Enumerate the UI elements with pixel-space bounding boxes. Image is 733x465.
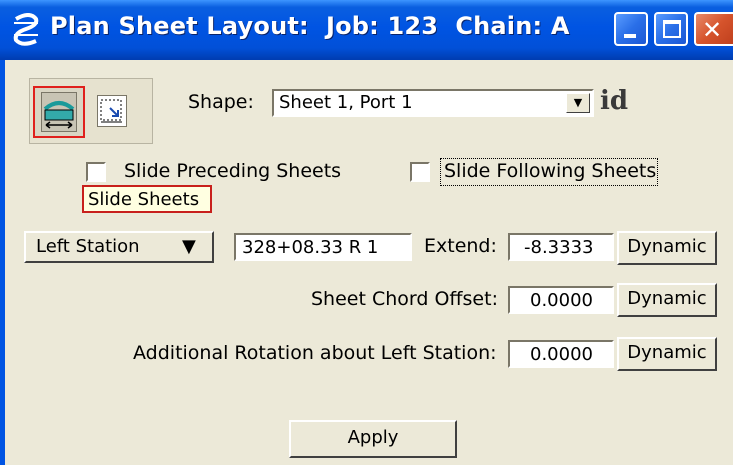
extend-dynamic-button[interactable]: Dynamic <box>617 231 717 265</box>
maximize-icon <box>663 20 681 38</box>
apply-label: Apply <box>347 427 399 448</box>
extend-field[interactable]: -8.3333 <box>508 233 614 261</box>
station-mode-dropdown[interactable]: Left Station ▼ <box>24 231 214 263</box>
maximize-button[interactable] <box>654 12 688 46</box>
microstation-s-icon <box>13 13 39 46</box>
chevron-down-icon: ▼ <box>182 236 196 257</box>
extend-label: Extend: <box>424 235 497 257</box>
minimize-icon <box>624 34 636 38</box>
dynamic-label: Dynamic <box>627 288 707 309</box>
place-sheet-icon <box>100 99 122 123</box>
slide-following-label: Slide Following Sheets <box>444 160 657 182</box>
minimize-button[interactable] <box>614 12 648 46</box>
additional-rotation-field[interactable]: 0.0000 <box>508 340 614 368</box>
shape-value: Sheet 1, Port 1 <box>279 92 413 113</box>
station-field[interactable]: 328+08.33 R 1 <box>234 233 412 261</box>
identify-shape-button[interactable]: id <box>600 86 628 116</box>
dynamic-label: Dynamic <box>627 342 707 363</box>
shape-dropdown[interactable]: Sheet 1, Port 1 ▼ <box>272 89 594 117</box>
chevron-down-icon[interactable]: ▼ <box>566 93 590 113</box>
close-icon: ✕ <box>702 16 723 44</box>
window-frame-left <box>0 60 5 465</box>
apply-button[interactable]: Apply <box>289 420 457 458</box>
slide-sheets-tool-button[interactable] <box>33 86 85 138</box>
rotation-dynamic-button[interactable]: Dynamic <box>617 337 717 371</box>
place-sheet-tool-button[interactable] <box>97 95 127 127</box>
sheet-chord-offset-label: Sheet Chord Offset: <box>311 288 498 310</box>
dynamic-label: Dynamic <box>627 236 707 257</box>
title-bar[interactable]: Plan Sheet Layout: Job: 123 Chain: A ✕ <box>0 0 733 60</box>
window-title: Plan Sheet Layout: Job: 123 Chain: A <box>50 12 570 40</box>
tooltip-text: Slide Sheets <box>88 189 200 210</box>
chord-dynamic-button[interactable]: Dynamic <box>617 283 717 317</box>
station-value: 328+08.33 R 1 <box>242 237 379 258</box>
sheet-chord-offset-value: 0.0000 <box>530 290 593 311</box>
sheet-chord-offset-field[interactable]: 0.0000 <box>508 286 614 314</box>
shape-label: Shape: <box>188 91 254 113</box>
slide-preceding-label: Slide Preceding Sheets <box>124 160 342 182</box>
extend-value: -8.3333 <box>524 237 594 258</box>
additional-rotation-label: Additional Rotation about Left Station: <box>133 342 497 364</box>
plan-sheet-layout-dialog: Plan Sheet Layout: Job: 123 Chain: A ✕ S… <box>0 0 733 465</box>
tooltip: Slide Sheets <box>82 185 212 213</box>
slide-preceding-checkbox[interactable] <box>86 162 106 182</box>
slide-following-checkbox[interactable] <box>410 162 430 182</box>
slide-sheets-icon <box>41 92 77 132</box>
additional-rotation-value: 0.0000 <box>530 344 593 365</box>
close-button[interactable]: ✕ <box>694 12 733 46</box>
station-mode-value: Left Station <box>36 236 140 257</box>
